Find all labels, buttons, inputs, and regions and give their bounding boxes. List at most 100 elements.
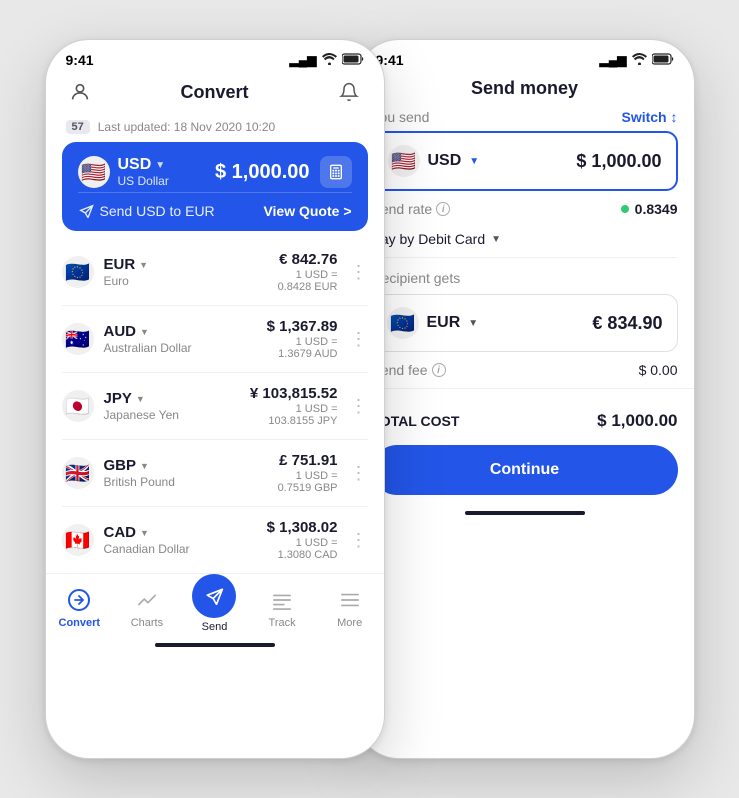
battery-icon xyxy=(342,53,364,68)
fee-info-icon[interactable]: i xyxy=(432,363,446,377)
battery-icon-r xyxy=(652,53,674,68)
currency-right-cad: $ 1,308.02 1 USD = 1.3080 CAD ⋮ xyxy=(267,519,368,561)
pay-method-text: Pay by Debit Card xyxy=(372,231,486,247)
wifi-icon-r xyxy=(632,53,647,68)
recipient-card[interactable]: 🇪🇺 EUR ▼ € 834.90 xyxy=(372,294,678,352)
cad-name: Canadian Dollar xyxy=(104,542,190,556)
continue-button[interactable]: Continue xyxy=(372,445,678,495)
right-header: Send money xyxy=(356,72,694,109)
list-item[interactable]: 🇨🇦 CAD ▼ Canadian Dollar $ 1,308.02 1 US… xyxy=(62,507,368,573)
aud-rate: 1 USD = 1.3679 AUD xyxy=(267,336,338,360)
more-icon xyxy=(336,586,364,614)
view-quote-btn[interactable]: View Quote > xyxy=(263,203,351,219)
aud-amount-block: $ 1,367.89 1 USD = 1.3679 AUD xyxy=(267,318,338,360)
total-cost-label: TOTAL COST xyxy=(372,413,460,429)
right-phone: 9:41 ▂▄▆ Send money You send Switch ↕ xyxy=(355,39,695,759)
jpy-name: Japanese Yen xyxy=(104,408,179,422)
aud-code: AUD ▼ xyxy=(104,323,192,340)
status-time-left: 9:41 xyxy=(66,52,94,68)
nav-charts-label: Charts xyxy=(131,617,163,629)
list-item[interactable]: 🇦🇺 AUD ▼ Australian Dollar $ 1,367.89 1 … xyxy=(62,306,368,373)
eur-info: EUR ▼ Euro xyxy=(104,256,149,288)
bell-icon[interactable] xyxy=(335,78,363,106)
send-icon[interactable] xyxy=(192,574,236,618)
send-quote-bar[interactable]: Send USD to EUR View Quote > xyxy=(78,192,352,231)
you-send-card[interactable]: 🇺🇸 USD ▼ $ 1,000.00 xyxy=(372,131,678,191)
nav-convert[interactable]: Convert xyxy=(51,586,107,629)
currency-right-jpy: ¥ 103,815.52 1 USD = 103.8155 JPY ⋮ xyxy=(250,385,368,427)
eur-flag: 🇪🇺 xyxy=(62,256,94,288)
jpy-flag: 🇯🇵 xyxy=(62,390,94,422)
main-currency-name: US Dollar xyxy=(118,174,169,188)
gbp-more-icon[interactable]: ⋮ xyxy=(346,463,368,484)
recipient-label: Recipient gets xyxy=(372,270,678,286)
currency-left-eur: 🇪🇺 EUR ▼ Euro xyxy=(62,256,149,288)
list-item[interactable]: 🇯🇵 JPY ▼ Japanese Yen ¥ 103,815.52 1 USD… xyxy=(62,373,368,440)
left-phone: 9:41 ▂▄▆ Convert 57 Last xyxy=(45,39,385,759)
jpy-amount-block: ¥ 103,815.52 1 USD = 103.8155 JPY xyxy=(250,385,338,427)
status-icons-right: ▂▄▆ xyxy=(600,53,674,68)
currency-left-aud: 🇦🇺 AUD ▼ Australian Dollar xyxy=(62,323,192,355)
gbp-name: British Pound xyxy=(104,475,175,489)
nav-convert-label: Convert xyxy=(59,617,101,629)
send-currency-picker[interactable]: 🇺🇸 USD ▼ xyxy=(388,145,480,177)
aud-info: AUD ▼ Australian Dollar xyxy=(104,323,192,355)
pay-method-row[interactable]: Pay by Debit Card ▼ xyxy=(356,227,694,257)
aud-more-icon[interactable]: ⋮ xyxy=(346,329,368,350)
convert-icon xyxy=(65,586,93,614)
aud-flag: 🇦🇺 xyxy=(62,323,94,355)
jpy-rate: 1 USD = 103.8155 JPY xyxy=(250,403,338,427)
recipient-section: Recipient gets 🇪🇺 EUR ▼ € 834.90 xyxy=(356,258,694,352)
eur-rate: 1 USD = 0.8428 EUR xyxy=(278,269,338,293)
nav-send-label: Send xyxy=(202,621,228,633)
you-send-section: You send Switch ↕ 🇺🇸 USD ▼ $ 1,000.00 xyxy=(356,109,694,191)
currency-left-jpy: 🇯🇵 JPY ▼ Japanese Yen xyxy=(62,390,179,422)
currency-right-aud: $ 1,367.89 1 USD = 1.3679 AUD ⋮ xyxy=(267,318,368,360)
list-item[interactable]: 🇪🇺 EUR ▼ Euro € 842.76 1 USD = xyxy=(62,239,368,306)
left-header: Convert xyxy=(46,72,384,116)
bottom-nav: Convert Charts Send Track xyxy=(46,573,384,639)
send-amount: $ 1,000.00 xyxy=(576,151,661,172)
nav-more[interactable]: More xyxy=(322,586,378,629)
phones-container: 9:41 ▂▄▆ Convert 57 Last xyxy=(45,39,695,759)
send-fee-row: Send fee i $ 0.00 xyxy=(356,352,694,388)
rate-value: 0.8349 xyxy=(621,201,678,217)
nav-track[interactable]: Track xyxy=(254,586,310,629)
nav-send[interactable]: Send xyxy=(186,582,242,633)
nav-charts[interactable]: Charts xyxy=(119,586,175,629)
list-item[interactable]: 🇬🇧 GBP ▼ British Pound £ 751.91 1 USD = xyxy=(62,440,368,507)
gbp-code: GBP ▼ xyxy=(104,457,175,474)
total-divider xyxy=(356,388,694,389)
cad-info: CAD ▼ Canadian Dollar xyxy=(104,524,190,556)
cad-flag: 🇨🇦 xyxy=(62,524,94,556)
switch-button[interactable]: Switch ↕ xyxy=(621,109,677,125)
send-label: Send USD to EUR xyxy=(78,203,215,219)
main-amount: $ 1,000.00 xyxy=(215,161,310,184)
cad-more-icon[interactable]: ⋮ xyxy=(346,530,368,551)
gbp-amount-block: £ 751.91 1 USD = 0.7519 GBP xyxy=(278,452,338,494)
currency-right-eur: € 842.76 1 USD = 0.8428 EUR ⋮ xyxy=(278,251,368,293)
eur-code: EUR ▼ xyxy=(104,256,149,273)
eur-more-icon[interactable]: ⋮ xyxy=(346,262,368,283)
nav-more-label: More xyxy=(337,617,362,629)
cad-amount: $ 1,308.02 xyxy=(267,519,338,536)
eur-name: Euro xyxy=(104,274,149,288)
profile-icon[interactable] xyxy=(66,78,94,106)
currency-selector[interactable]: 🇺🇸 USD ▼ US Dollar xyxy=(78,156,169,188)
update-bar: 57 Last updated: 18 Nov 2020 10:20 xyxy=(46,116,384,142)
main-currency-card[interactable]: 🇺🇸 USD ▼ US Dollar $ 1,000.00 xyxy=(62,142,368,231)
jpy-more-icon[interactable]: ⋮ xyxy=(346,396,368,417)
recipient-currency-picker[interactable]: 🇪🇺 EUR ▼ xyxy=(387,307,479,339)
status-bar-right: 9:41 ▂▄▆ xyxy=(356,40,694,72)
currency-left-cad: 🇨🇦 CAD ▼ Canadian Dollar xyxy=(62,524,190,556)
main-card-top: 🇺🇸 USD ▼ US Dollar $ 1,000.00 xyxy=(78,156,352,188)
main-currency-code: USD xyxy=(118,156,152,174)
calculator-icon[interactable] xyxy=(320,156,352,188)
currency-left-gbp: 🇬🇧 GBP ▼ British Pound xyxy=(62,457,175,489)
fee-value: $ 0.00 xyxy=(639,362,678,378)
rate-info-icon[interactable]: i xyxy=(436,202,450,216)
track-icon xyxy=(268,586,296,614)
update-text: Last updated: 18 Nov 2020 10:20 xyxy=(98,120,275,134)
aud-amount: $ 1,367.89 xyxy=(267,318,338,335)
green-dot-icon xyxy=(621,205,629,213)
